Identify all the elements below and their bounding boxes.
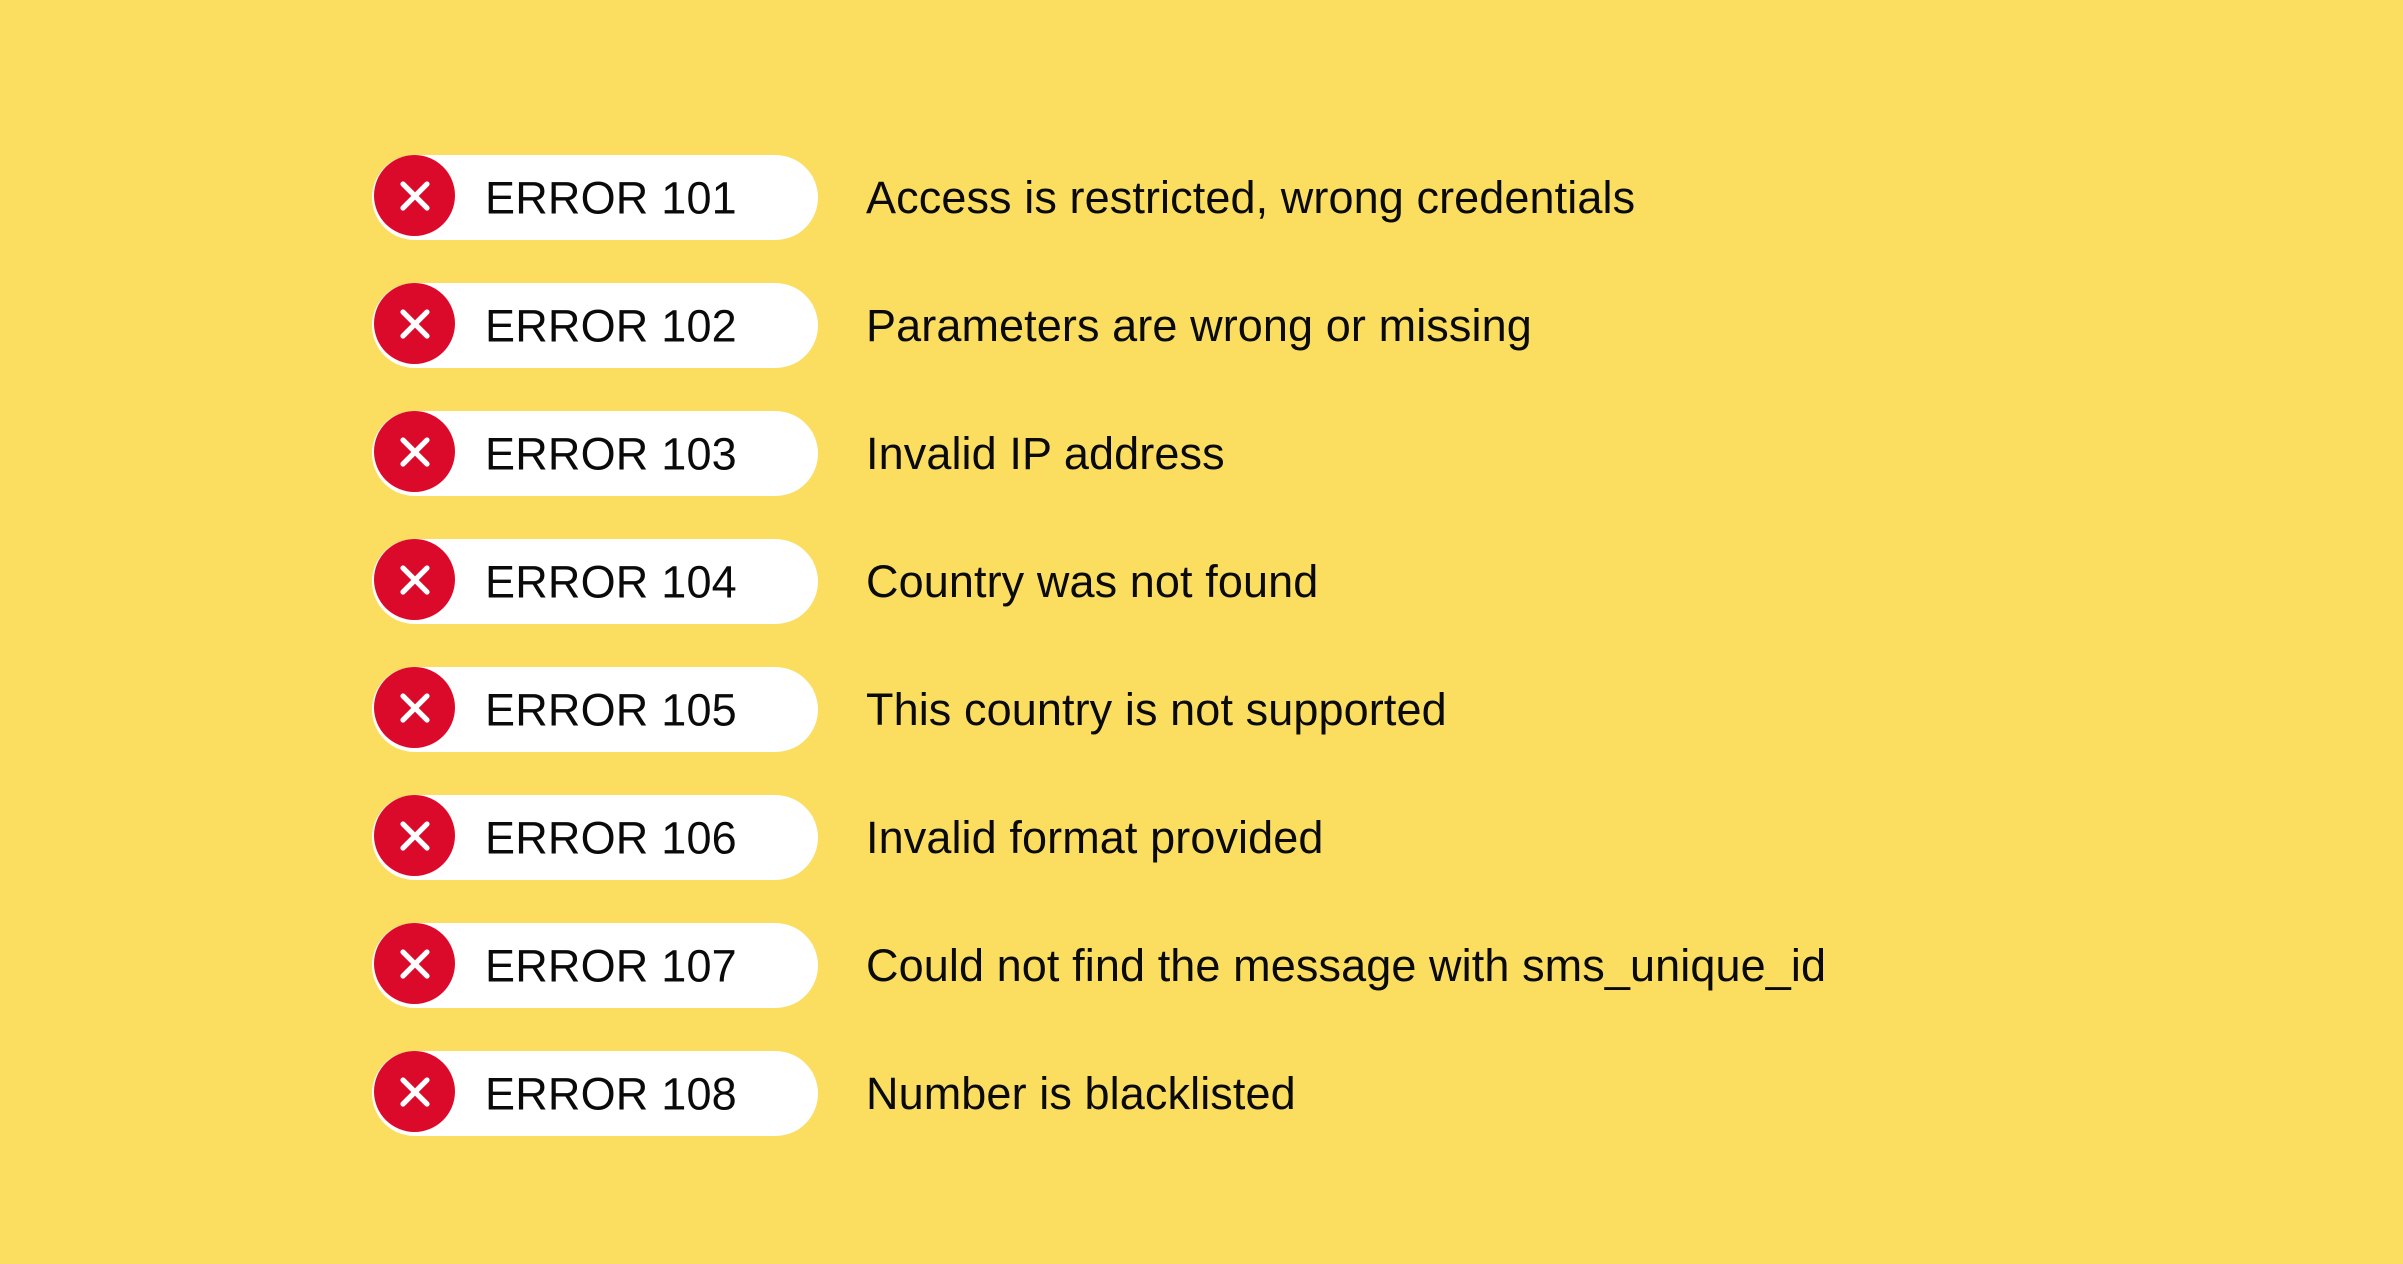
error-code-label: ERROR 104 xyxy=(485,556,737,607)
error-list: ERROR 101 Access is restricted, wrong cr… xyxy=(372,155,1826,1136)
x-close-icon xyxy=(374,667,455,748)
error-message-text: Parameters are wrong or missing xyxy=(866,300,1532,351)
error-code-label: ERROR 108 xyxy=(485,1068,737,1119)
x-close-icon xyxy=(374,795,455,876)
error-list-item-error-106: ERROR 106 Invalid format provided xyxy=(372,795,1826,880)
error-code-label: ERROR 105 xyxy=(485,684,737,735)
error-code-label: ERROR 107 xyxy=(485,940,737,991)
error-message-text: Country was not found xyxy=(866,556,1319,607)
error-code-badge-4: ERROR 105 xyxy=(372,667,818,752)
error-code-reference-diagram: ERROR 101 Access is restricted, wrong cr… xyxy=(0,0,2403,1264)
error-code-badge-3: ERROR 104 xyxy=(372,539,818,624)
error-message-text: Number is blacklisted xyxy=(866,1068,1296,1119)
x-close-icon xyxy=(374,539,455,620)
error-code-badge-7: ERROR 108 xyxy=(372,1051,818,1136)
error-code-badge-5: ERROR 106 xyxy=(372,795,818,880)
error-code-label: ERROR 102 xyxy=(485,300,737,351)
error-list-item-error-101: ERROR 101 Access is restricted, wrong cr… xyxy=(372,155,1826,240)
x-close-icon xyxy=(374,155,455,236)
error-code-badge-1: ERROR 102 xyxy=(372,283,818,368)
error-message-text: Invalid format provided xyxy=(866,812,1324,863)
error-code-badge-0: ERROR 101 xyxy=(372,155,818,240)
x-close-icon xyxy=(374,923,455,1004)
x-close-icon xyxy=(374,411,455,492)
error-list-item-error-105: ERROR 105 This country is not supported xyxy=(372,667,1826,752)
error-list-item-error-102: ERROR 102 Parameters are wrong or missin… xyxy=(372,283,1826,368)
error-code-badge-2: ERROR 103 xyxy=(372,411,818,496)
error-message-text: Access is restricted, wrong credentials xyxy=(866,172,1636,223)
error-list-item-error-104: ERROR 104 Country was not found xyxy=(372,539,1826,624)
error-message-text: This country is not supported xyxy=(866,684,1447,735)
x-close-icon xyxy=(374,283,455,364)
error-message-text: Could not find the message with sms_uniq… xyxy=(866,940,1827,991)
x-close-icon xyxy=(374,1051,455,1132)
error-message-text: Invalid IP address xyxy=(866,428,1225,479)
error-list-item-error-107: ERROR 107 Could not find the message wit… xyxy=(372,923,1826,1008)
error-code-label: ERROR 106 xyxy=(485,812,737,863)
error-list-item-error-103: ERROR 103 Invalid IP address xyxy=(372,411,1826,496)
error-code-label: ERROR 101 xyxy=(485,172,737,223)
error-list-item-error-108: ERROR 108 Number is blacklisted xyxy=(372,1051,1826,1136)
error-code-badge-6: ERROR 107 xyxy=(372,923,818,1008)
error-code-label: ERROR 103 xyxy=(485,428,737,479)
